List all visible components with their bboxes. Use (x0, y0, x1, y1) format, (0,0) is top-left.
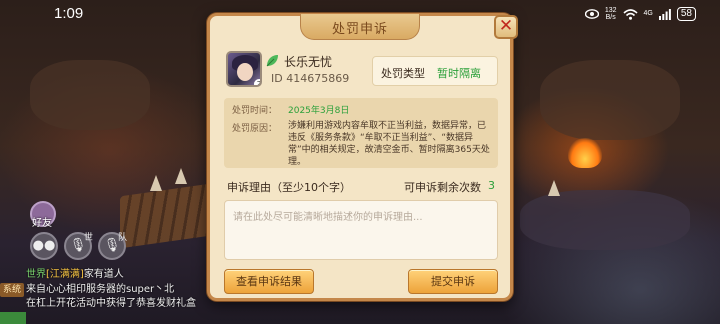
chat-text: 在杠上开花活动中获得了恭喜发财礼盒 (26, 298, 196, 309)
avatar-face (237, 63, 253, 81)
background-flame (568, 138, 602, 168)
status-icons: 132 B/s 4G 58 (584, 7, 696, 21)
wifi-icon (622, 8, 638, 20)
battery-icon: 58 (676, 7, 696, 21)
view-appeal-result-button[interactable]: 查看申诉结果 (224, 269, 314, 294)
punishment-appeal-dialog: 处罚申诉 ✕ 2 长乐无忧 ID 414675869 处罚类型 暂时隔离 处罚时… (207, 13, 518, 301)
punishment-reason-label: 处罚原因： (232, 124, 278, 134)
chat-channel: 世界 (26, 269, 46, 280)
player-name: 长乐无忧 (284, 55, 333, 69)
hud-bottom-tab[interactable] (0, 312, 26, 324)
player-id: ID 414675869 (271, 72, 350, 85)
close-icon: ✕ (498, 16, 514, 36)
chat-bubble-button[interactable]: ●● (30, 232, 58, 260)
appeal-reason-input[interactable] (224, 200, 498, 260)
remaining-appeals-label: 可申诉剩余次数 (404, 181, 481, 194)
title-plate: 处罚申诉 (300, 14, 420, 40)
remaining-appeals-count: 3 (488, 179, 495, 192)
class-leaf-icon (266, 55, 278, 67)
chat-sender: [江满满] (46, 269, 84, 280)
punishment-reason-text: 涉嫌利用游戏内容牟取不正当利益，数据异常，已违反《服务条款》“牟取不正当利益”、… (288, 121, 490, 167)
chat-text: 家有道人 (83, 269, 124, 280)
punishment-type-box: 处罚类型 暂时隔离 (372, 56, 498, 86)
chat-line[interactable]: 在杠上开花活动中获得了恭喜发财礼盒 (26, 297, 216, 310)
system-badge: 系统 (0, 283, 24, 297)
player-avatar: 2 (226, 51, 262, 87)
background-rock (520, 190, 690, 250)
background-rock (30, 60, 150, 130)
chat-text: 来自心心相印服务器的super丶北 (26, 284, 175, 295)
background-rock (540, 60, 680, 140)
eye-icon (584, 9, 599, 19)
background-spike (150, 175, 162, 191)
background-spike (548, 180, 560, 196)
punishment-info-box: 处罚时间： 2025年3月8日 处罚原因： 涉嫌利用游戏内容牟取不正当利益，数据… (224, 98, 498, 168)
submit-appeal-button[interactable]: 提交申诉 (408, 269, 498, 294)
signal-icon (658, 8, 671, 20)
friends-label: 好友 (32, 218, 52, 229)
network-speed: 132 B/s (604, 7, 617, 21)
chat-line[interactable]: 世界[江满满]家有道人 (26, 268, 216, 281)
punishment-type-label: 处罚类型 (381, 67, 425, 80)
signal-label: 4G (643, 10, 653, 17)
chat-line[interactable]: 来自心心相印服务器的super丶北 (26, 283, 216, 296)
punishment-time-label: 处罚时间： (232, 106, 278, 116)
dialog-title: 处罚申诉 (331, 22, 388, 37)
level-badge: 2 (254, 79, 260, 85)
background-spike (175, 168, 187, 184)
punishment-time-value: 2025年3月8日 (288, 106, 350, 116)
punishment-type-value: 暂时隔离 (437, 67, 481, 80)
close-button[interactable]: ✕ (494, 15, 518, 39)
status-clock: 1:09 (54, 5, 84, 22)
team-voice-tag: 队 (118, 233, 128, 243)
world-voice-tag: 世 (84, 233, 94, 243)
chat-bubble-icon: ●● (32, 238, 56, 253)
appeal-reason-label: 申诉理由（至少10个字） (227, 181, 351, 194)
